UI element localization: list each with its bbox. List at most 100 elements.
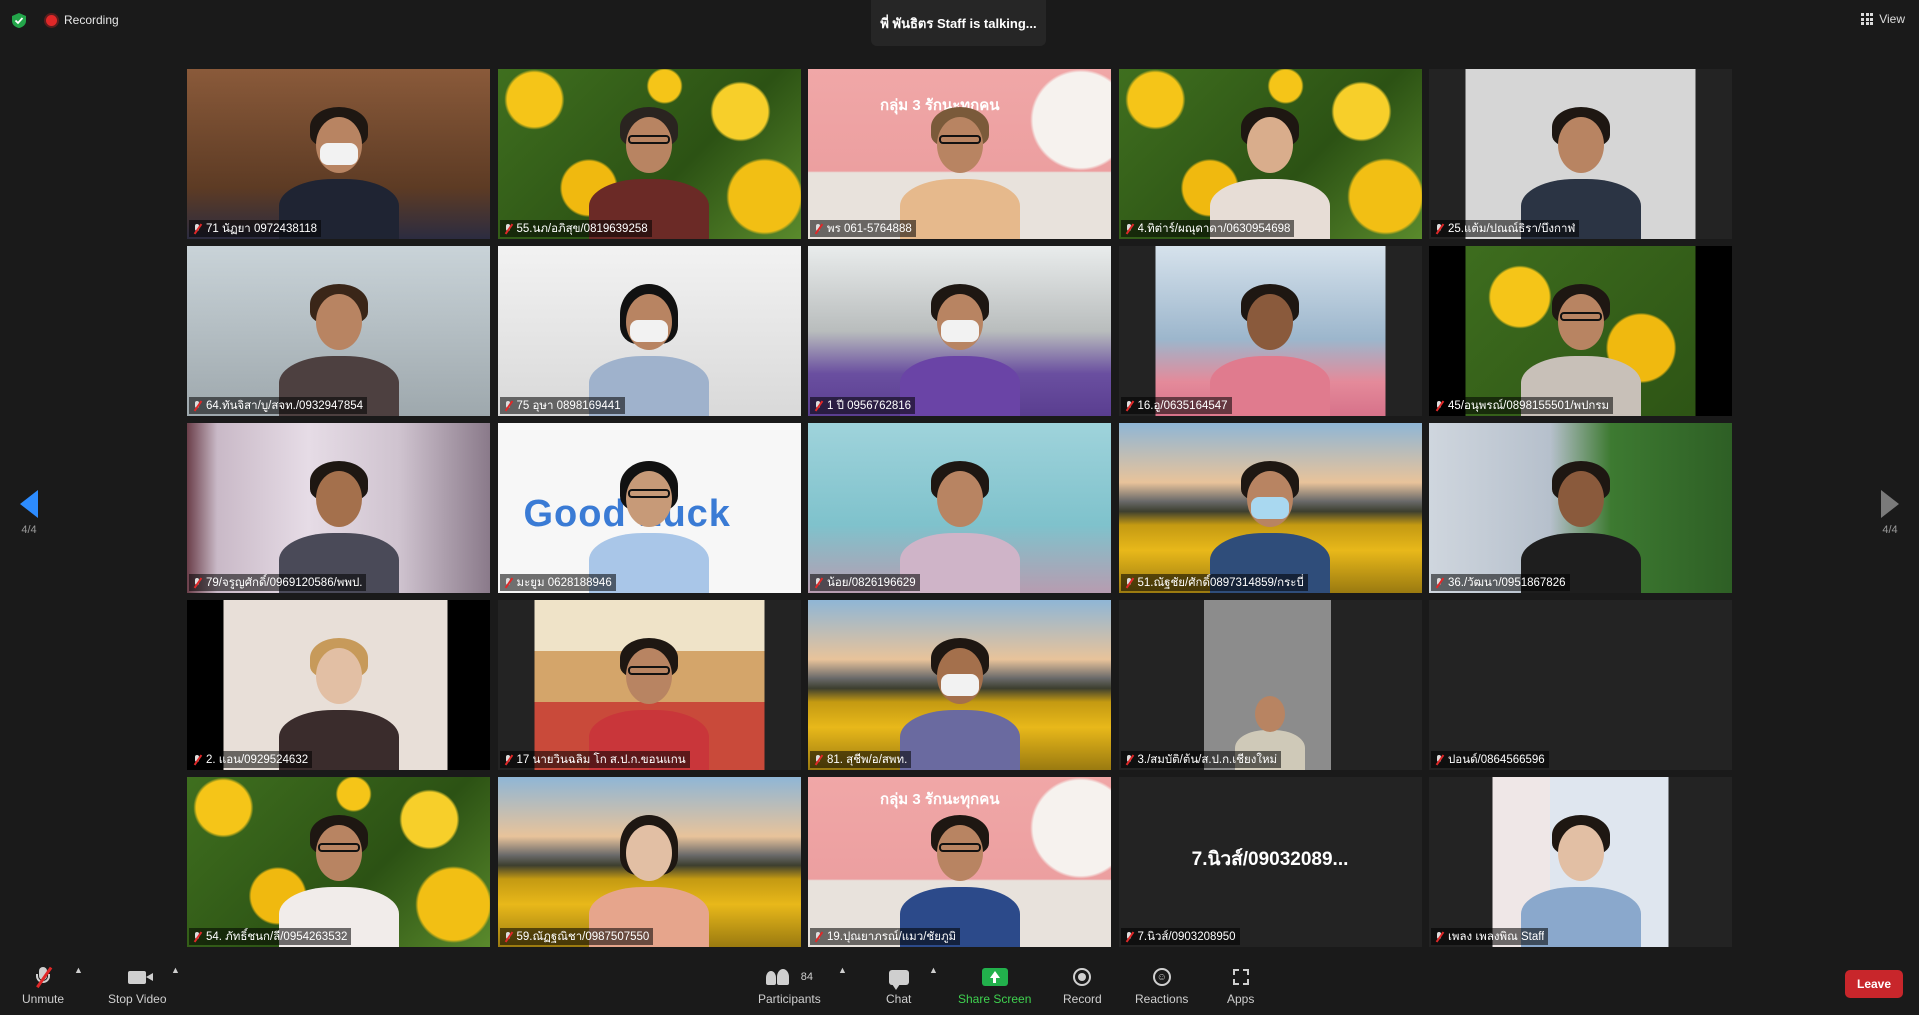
mic-muted-icon xyxy=(1433,577,1445,589)
arrow-right-icon xyxy=(1881,490,1899,518)
mic-muted-icon xyxy=(812,931,824,943)
chat-options-chevron-icon[interactable]: ▲ xyxy=(929,965,938,975)
video-tile[interactable]: 71 นัฏยา 0972438118 xyxy=(187,69,490,239)
shield-icon[interactable] xyxy=(12,13,26,28)
mic-muted-icon xyxy=(1123,754,1135,766)
participant-name: 64.ทันจิสา/บู/สจท./0932947854 xyxy=(206,399,364,412)
mic-muted-icon xyxy=(812,223,824,235)
participant-name: พร 061-5764888 xyxy=(827,222,912,235)
participant-name: 1 ปี 0956762816 xyxy=(827,399,912,412)
video-tile[interactable]: เพลง เพลงพิณ Staff xyxy=(1429,777,1732,947)
mic-muted-icon xyxy=(1123,223,1135,235)
video-tile[interactable]: กลุ่ม 3 รักนะทุกคน พร 061-5764888 xyxy=(808,69,1111,239)
participant-name: 71 นัฏยา 0972438118 xyxy=(206,222,318,235)
video-tile[interactable]: ปอนด์/0864566596 xyxy=(1429,600,1732,770)
smiley-plus-icon: ☺ xyxy=(1152,968,1171,986)
mic-muted-icon xyxy=(502,400,514,412)
video-tile[interactable]: น้อย/0826196629 xyxy=(808,423,1111,593)
participant-name: 7.นิวส์/0903208950 xyxy=(1137,930,1236,943)
mic-muted-icon xyxy=(191,754,203,766)
microphone-muted-icon xyxy=(33,966,53,988)
chat-button[interactable]: Chat xyxy=(886,965,911,1006)
view-label: View xyxy=(1879,12,1905,26)
recording-indicator-icon xyxy=(46,15,57,26)
mic-muted-icon xyxy=(191,223,203,235)
video-tile[interactable]: 16.อู/0635164547 xyxy=(1118,246,1422,416)
page-indicator-left: 4/4 xyxy=(21,524,37,536)
participant-name: 55.นภ/อภิสุข/0819639258 xyxy=(516,222,648,235)
recording-label[interactable]: Recording xyxy=(64,13,119,27)
mic-muted-icon xyxy=(1433,931,1445,943)
video-tile[interactable]: 81. สุชีพ/อ/สพท. xyxy=(808,600,1111,770)
video-options-chevron-icon[interactable]: ▲ xyxy=(171,965,180,975)
apps-button[interactable]: Apps xyxy=(1227,965,1254,1006)
leave-meeting-button[interactable]: Leave xyxy=(1845,970,1903,998)
mic-muted-icon xyxy=(191,400,203,412)
video-tile[interactable]: Good Luck มะยูม 0628188946 xyxy=(497,423,801,593)
participant-name: 3./สมบัติ/ต้น/ส.ป.ก.เชียงใหม่ xyxy=(1137,753,1278,766)
mic-muted-icon xyxy=(812,400,824,412)
video-tile[interactable]: 2. แอน/0929524632 xyxy=(187,600,490,770)
active-speaker-banner: พี่ พันธิตร Staff is talking... xyxy=(871,0,1046,46)
audio-options-chevron-icon[interactable]: ▲ xyxy=(74,965,83,975)
video-tile[interactable]: 59.ณัฏฐณิชา/0987507550 xyxy=(497,777,801,947)
participant-name: 59.ณัฏฐณิชา/0987507550 xyxy=(516,930,650,943)
video-gallery: 71 นัฏยา 0972438118 55.นภ/อภิสุข/0819639… xyxy=(187,69,1732,947)
participant-name: 36./วัฒนา/0951867826 xyxy=(1448,576,1566,589)
grid-view-icon xyxy=(1861,13,1874,25)
video-tile-camera-off[interactable]: 7.นิวส์/09032089... 7.นิวส์/0903208950 xyxy=(1118,777,1422,947)
participant-name: น้อย/0826196629 xyxy=(827,576,916,589)
next-page-button[interactable]: 4/4 xyxy=(1870,490,1910,536)
video-tile[interactable]: 36./วัฒนา/0951867826 xyxy=(1429,423,1732,593)
unmute-button[interactable]: Unmute xyxy=(22,965,64,1006)
video-camera-icon xyxy=(128,970,154,984)
participants-options-chevron-icon[interactable]: ▲ xyxy=(838,965,847,975)
video-tile[interactable]: 64.ทันจิสา/บู/สจท./0932947854 xyxy=(187,246,490,416)
participants-label: Participants xyxy=(758,992,821,1006)
arrow-left-icon xyxy=(20,490,38,518)
video-tile[interactable]: 4.ทิต่าร์/ผณุดาดา/0630954698 xyxy=(1118,69,1422,239)
participant-name: 54. ภัทธิ์ชนก/ลี/0954263532 xyxy=(206,930,348,943)
stop-video-button[interactable]: Stop Video xyxy=(108,965,167,1006)
share-screen-button[interactable]: Share Screen xyxy=(958,965,1031,1006)
stop-video-label: Stop Video xyxy=(108,992,167,1006)
participant-name: 17 นายวินฉลิม โก ส.ป.ก.ขอนแกน xyxy=(516,753,686,766)
mic-muted-icon xyxy=(1123,400,1135,412)
view-button[interactable]: View xyxy=(1861,12,1905,26)
chat-bubble-icon xyxy=(888,969,909,990)
participant-name: 75 อุษา 0898169441 xyxy=(516,399,621,412)
video-tile[interactable]: 55.นภ/อภิสุข/0819639258 xyxy=(497,69,801,239)
previous-page-button[interactable]: 4/4 xyxy=(9,490,49,536)
camera-off-display-name: 7.นิวส์/09032089... xyxy=(1191,849,1349,870)
record-label: Record xyxy=(1063,992,1102,1006)
participant-name: มะยูม 0628188946 xyxy=(516,576,612,589)
record-icon xyxy=(1073,968,1092,986)
participant-name: 19.ปุณยาภรณ์/แมว/ชัยภูมิ xyxy=(827,930,957,943)
video-tile[interactable]: 79/จรูญศักดิ์/0969120586/พพป. xyxy=(187,423,490,593)
participant-name: 51.ณัฐชัย/ศักดิ์0897314859/กระบี่ xyxy=(1137,576,1304,589)
share-screen-arrow-icon xyxy=(981,968,1008,986)
reactions-label: Reactions xyxy=(1135,992,1189,1006)
video-tile[interactable]: 17 นายวินฉลิม โก ส.ป.ก.ขอนแกน xyxy=(497,600,801,770)
video-tile[interactable]: กลุ่ม 3 รักนะทุกคน 19.ปุณยาภรณ์/แมว/ชัยภ… xyxy=(808,777,1111,947)
top-bar: Recording พี่ พันธิตร Staff is talking..… xyxy=(0,0,1919,46)
mic-muted-icon xyxy=(1123,931,1135,943)
reactions-button[interactable]: ☺ Reactions xyxy=(1135,965,1188,1006)
video-tile[interactable]: 1 ปี 0956762816 xyxy=(808,246,1111,416)
video-tile[interactable]: 45/อนุพรณ์/0898155501/พปกรม xyxy=(1429,246,1732,416)
participant-name: เพลง เพลงพิณ Staff xyxy=(1448,930,1545,943)
video-tile[interactable]: 3./สมบัติ/ต้น/ส.ป.ก.เชียงใหม่ xyxy=(1118,600,1422,770)
video-tile[interactable]: 54. ภัทธิ์ชนก/ลี/0954263532 xyxy=(187,777,490,947)
mic-muted-icon xyxy=(502,577,514,589)
record-button[interactable]: Record xyxy=(1063,965,1102,1006)
unmute-label: Unmute xyxy=(22,992,65,1006)
participants-button[interactable]: 84 Participants xyxy=(758,965,821,1006)
mic-muted-icon xyxy=(502,931,514,943)
video-tile[interactable]: 25.แต้ม/ปณณ์ธิรา/บึงกาฬ xyxy=(1429,69,1732,239)
mic-muted-icon xyxy=(1433,223,1445,235)
video-tile[interactable]: 51.ณัฐชัย/ศักดิ์0897314859/กระบี่ xyxy=(1118,423,1422,593)
share-screen-label: Share Screen xyxy=(958,992,1032,1006)
participant-name: 79/จรูญศักดิ์/0969120586/พพป. xyxy=(206,576,363,589)
video-tile[interactable]: 75 อุษา 0898169441 xyxy=(497,246,801,416)
chat-label: Chat xyxy=(886,992,912,1006)
